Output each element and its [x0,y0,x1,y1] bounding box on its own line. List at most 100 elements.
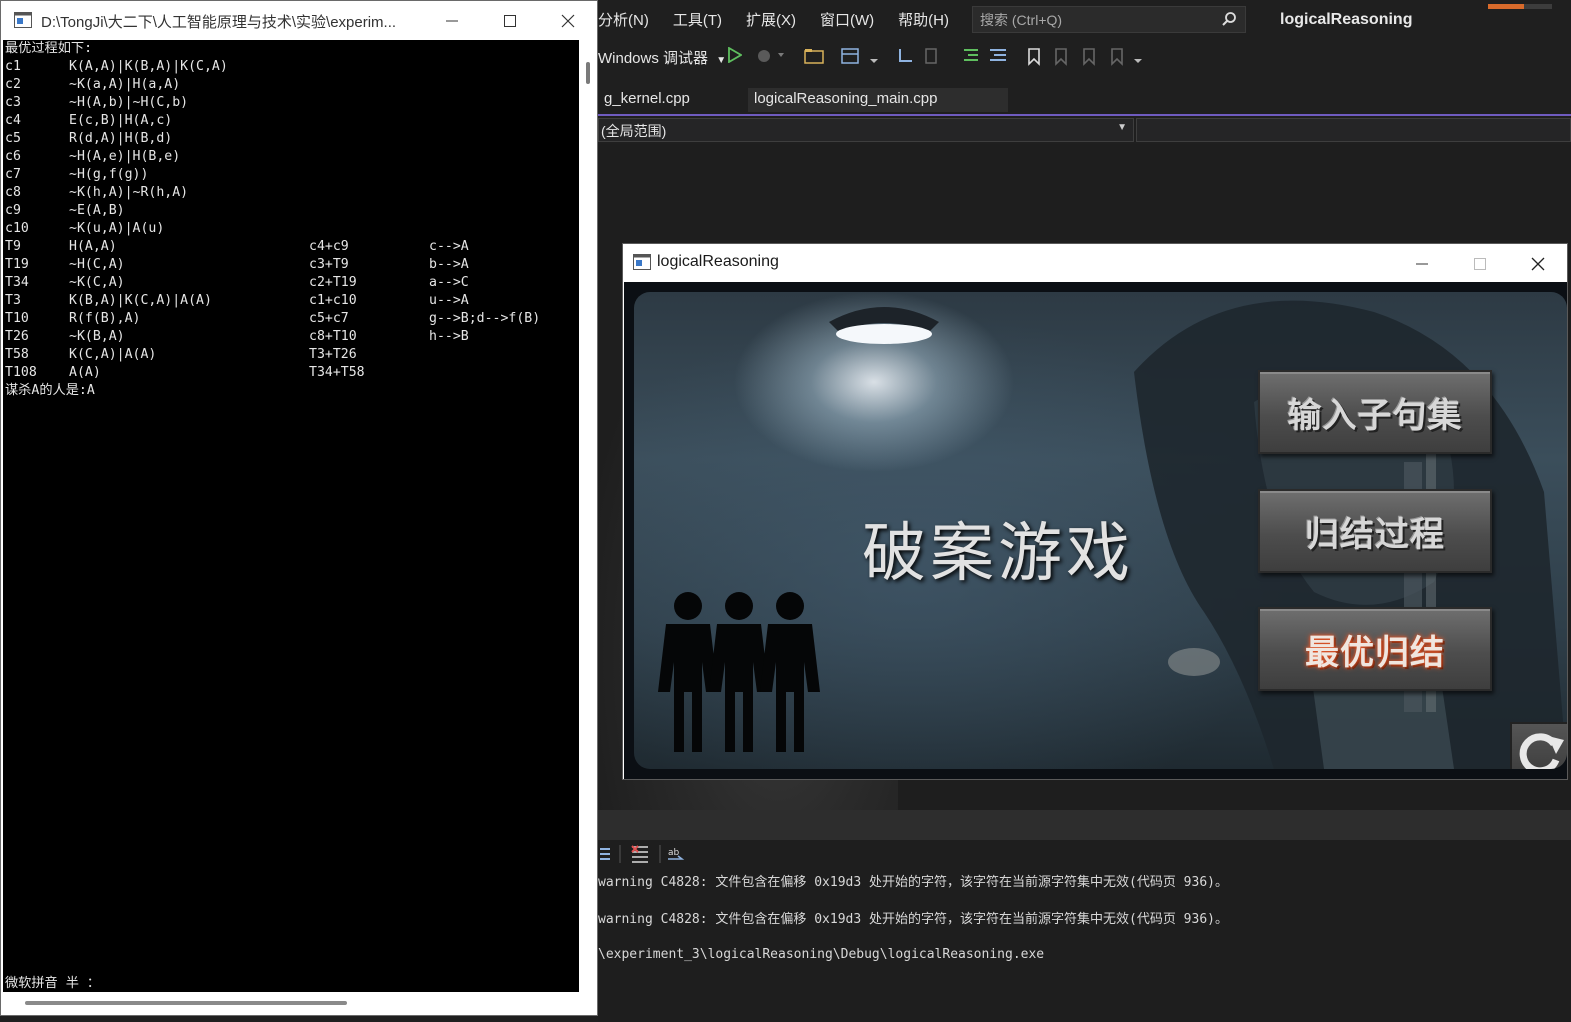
clause-expr: ~K(a,A)|H(a,A) [69,77,181,92]
optimal-resolution-button[interactable]: 最优归结 [1258,607,1492,691]
step-source: c1+c10 [309,293,357,308]
scrollbar-thumb[interactable] [586,62,590,84]
console-vertical-scrollbar[interactable] [579,40,597,992]
step-id: T34 [5,275,29,290]
step-id: T9 [5,239,21,254]
maximize-button [1451,244,1509,283]
restart-button[interactable] [1510,722,1567,769]
console-titlebar[interactable]: D:\TongJi\大二下\人工智能原理与技术\实验\experim... [1,1,597,40]
console-output[interactable]: 最优过程如下: c1 K(A,A)|K(B,A)|K(C,A) c2 ~K(a,A)|… [3,40,579,992]
step-substitution: h-->B [429,329,469,344]
game-heading: 破案游戏 [862,517,1134,591]
clause-expr: ~E(A,B) [69,203,125,218]
step-source: c4+c9 [309,239,349,254]
scope-dropdown[interactable]: (全局范围) ▼ [598,118,1134,142]
clause-id: c1 [5,59,21,74]
tab-kernel[interactable]: g_kernel.cpp [598,88,748,112]
tab-underline [598,114,1571,116]
maximize-button[interactable] [481,1,539,40]
output-panel [598,840,1571,1022]
output-line: \experiment_3\logicalReasoning\Debug\log… [598,947,1045,962]
menu-analyze[interactable]: 分析(N) [598,9,649,30]
input-clauses-button[interactable]: 输入子句集 [1258,370,1492,454]
game-canvas: 破案游戏 输入子句集 归结过程 最优归结 [624,282,1567,779]
clause-expr: ~H(A,b)|~H(C,b) [69,95,189,110]
console-horizontal-scrollbar[interactable] [3,992,579,1014]
minimize-button[interactable] [1393,244,1451,283]
folder-icon[interactable] [804,47,824,70]
game-background: 破案游戏 输入子句集 归结过程 最优归结 [634,292,1567,769]
game-titlebar[interactable]: logicalReasoning [623,244,1567,281]
step-expr: A(A) [69,365,101,380]
vs-menu: 分析(N) 工具(T) 扩展(X) 窗口(W) 帮助(H) [598,9,973,30]
clause-id: c7 [5,167,21,182]
menu-window[interactable]: 窗口(W) [820,9,874,30]
debugger-dropdown[interactable]: Windows 调试器 ▼ [598,47,726,68]
clause-id: c4 [5,113,21,128]
chevron-down-icon: ▼ [716,55,727,66]
step-id: T10 [5,311,29,326]
step-substitution: g-->B;d-->f(B) [429,311,541,326]
console-text: 最优过程如下: c1 K(A,A)|K(B,A)|K(C,A) c2 ~K(a,A)|… [5,40,540,398]
clause-id: c5 [5,131,21,146]
bookmark-icon[interactable] [1026,47,1146,72]
clause-expr: ~K(h,A)|~R(h,A) [69,185,189,200]
step-expr: K(B,A)|K(C,A)|A(A) [69,293,212,308]
close-button[interactable] [539,1,597,40]
step-source: c8+T10 [309,329,357,344]
output-line: warning C4828: 文件包含在偏移 0x19d3 处开始的字符，该字符… [598,912,1228,927]
indent-icon[interactable] [962,47,1012,72]
step-expr: R(f(B),A) [69,311,141,326]
hot-reload-icon[interactable] [756,47,786,68]
search-input[interactable] [978,11,1202,29]
step-id: T3 [5,293,21,308]
ceiling-lamp-icon [829,307,939,344]
game-window-title: logicalReasoning [657,253,779,270]
step-id: T26 [5,329,29,344]
step-expr: H(A,A) [69,239,117,254]
step-source: c2+T19 [309,275,357,290]
clause-id: c10 [5,221,29,236]
step-icon[interactable] [896,47,946,72]
step-source: c3+T9 [309,257,349,272]
minimize-button[interactable] [423,1,481,40]
output-toolbar: ab [598,843,688,870]
clause-expr: R(d,A)|H(B,d) [69,131,173,146]
clause-id: c9 [5,203,21,218]
step-id: T19 [5,257,29,272]
search-icon[interactable] [1221,11,1237,32]
step-expr: ~K(C,A) [69,275,125,290]
resolution-process-button[interactable]: 归结过程 [1258,489,1492,573]
clause-expr: ~H(g,f(g)) [69,167,149,182]
scope-label: (全局范围) [601,123,667,139]
play-icon[interactable] [728,46,743,68]
clause-expr: K(A,A)|K(B,A)|K(C,A) [69,59,228,74]
vs-solution-title: logicalReasoning [1280,11,1413,28]
step-source: c5+c7 [309,311,349,326]
scrollbar-thumb[interactable] [25,1001,347,1005]
menu-tools[interactable]: 工具(T) [673,9,722,30]
game-window: logicalReasoning 破案游戏 输入子句集 归结过程 最优归结 [622,243,1568,780]
step-id: T108 [5,365,37,380]
member-dropdown[interactable] [1136,118,1571,142]
step-expr: ~K(B,A) [69,329,125,344]
step-source: T34+T58 [309,365,365,380]
panel-splitter[interactable] [598,810,1571,840]
clause-expr: ~H(A,e)|H(B,e) [69,149,181,164]
menu-help[interactable]: 帮助(H) [898,9,949,30]
clause-expr: E(c,B)|H(A,c) [69,113,173,128]
menu-extensions[interactable]: 扩展(X) [746,9,796,30]
clause-expr: ~K(u,A)|A(u) [69,221,165,236]
vs-editor-tabs: g_kernel.cpp logicalReasoning_main.cpp [598,88,1008,114]
game-app-icon [633,254,651,275]
step-expr: ~H(C,A) [69,257,125,272]
step-substitution: u-->A [429,293,469,308]
clause-id: c6 [5,149,21,164]
step-expr: K(C,A)|A(A) [69,347,157,362]
close-button[interactable] [1509,244,1567,283]
console-title: D:\TongJi\大二下\人工智能原理与技术\实验\experim... [41,14,397,31]
layout-icon[interactable] [840,47,880,72]
vs-search-box[interactable] [972,6,1246,33]
tab-main[interactable]: logicalReasoning_main.cpp [748,88,1008,112]
ime-status: 微软拼音 半 ： [5,976,101,991]
